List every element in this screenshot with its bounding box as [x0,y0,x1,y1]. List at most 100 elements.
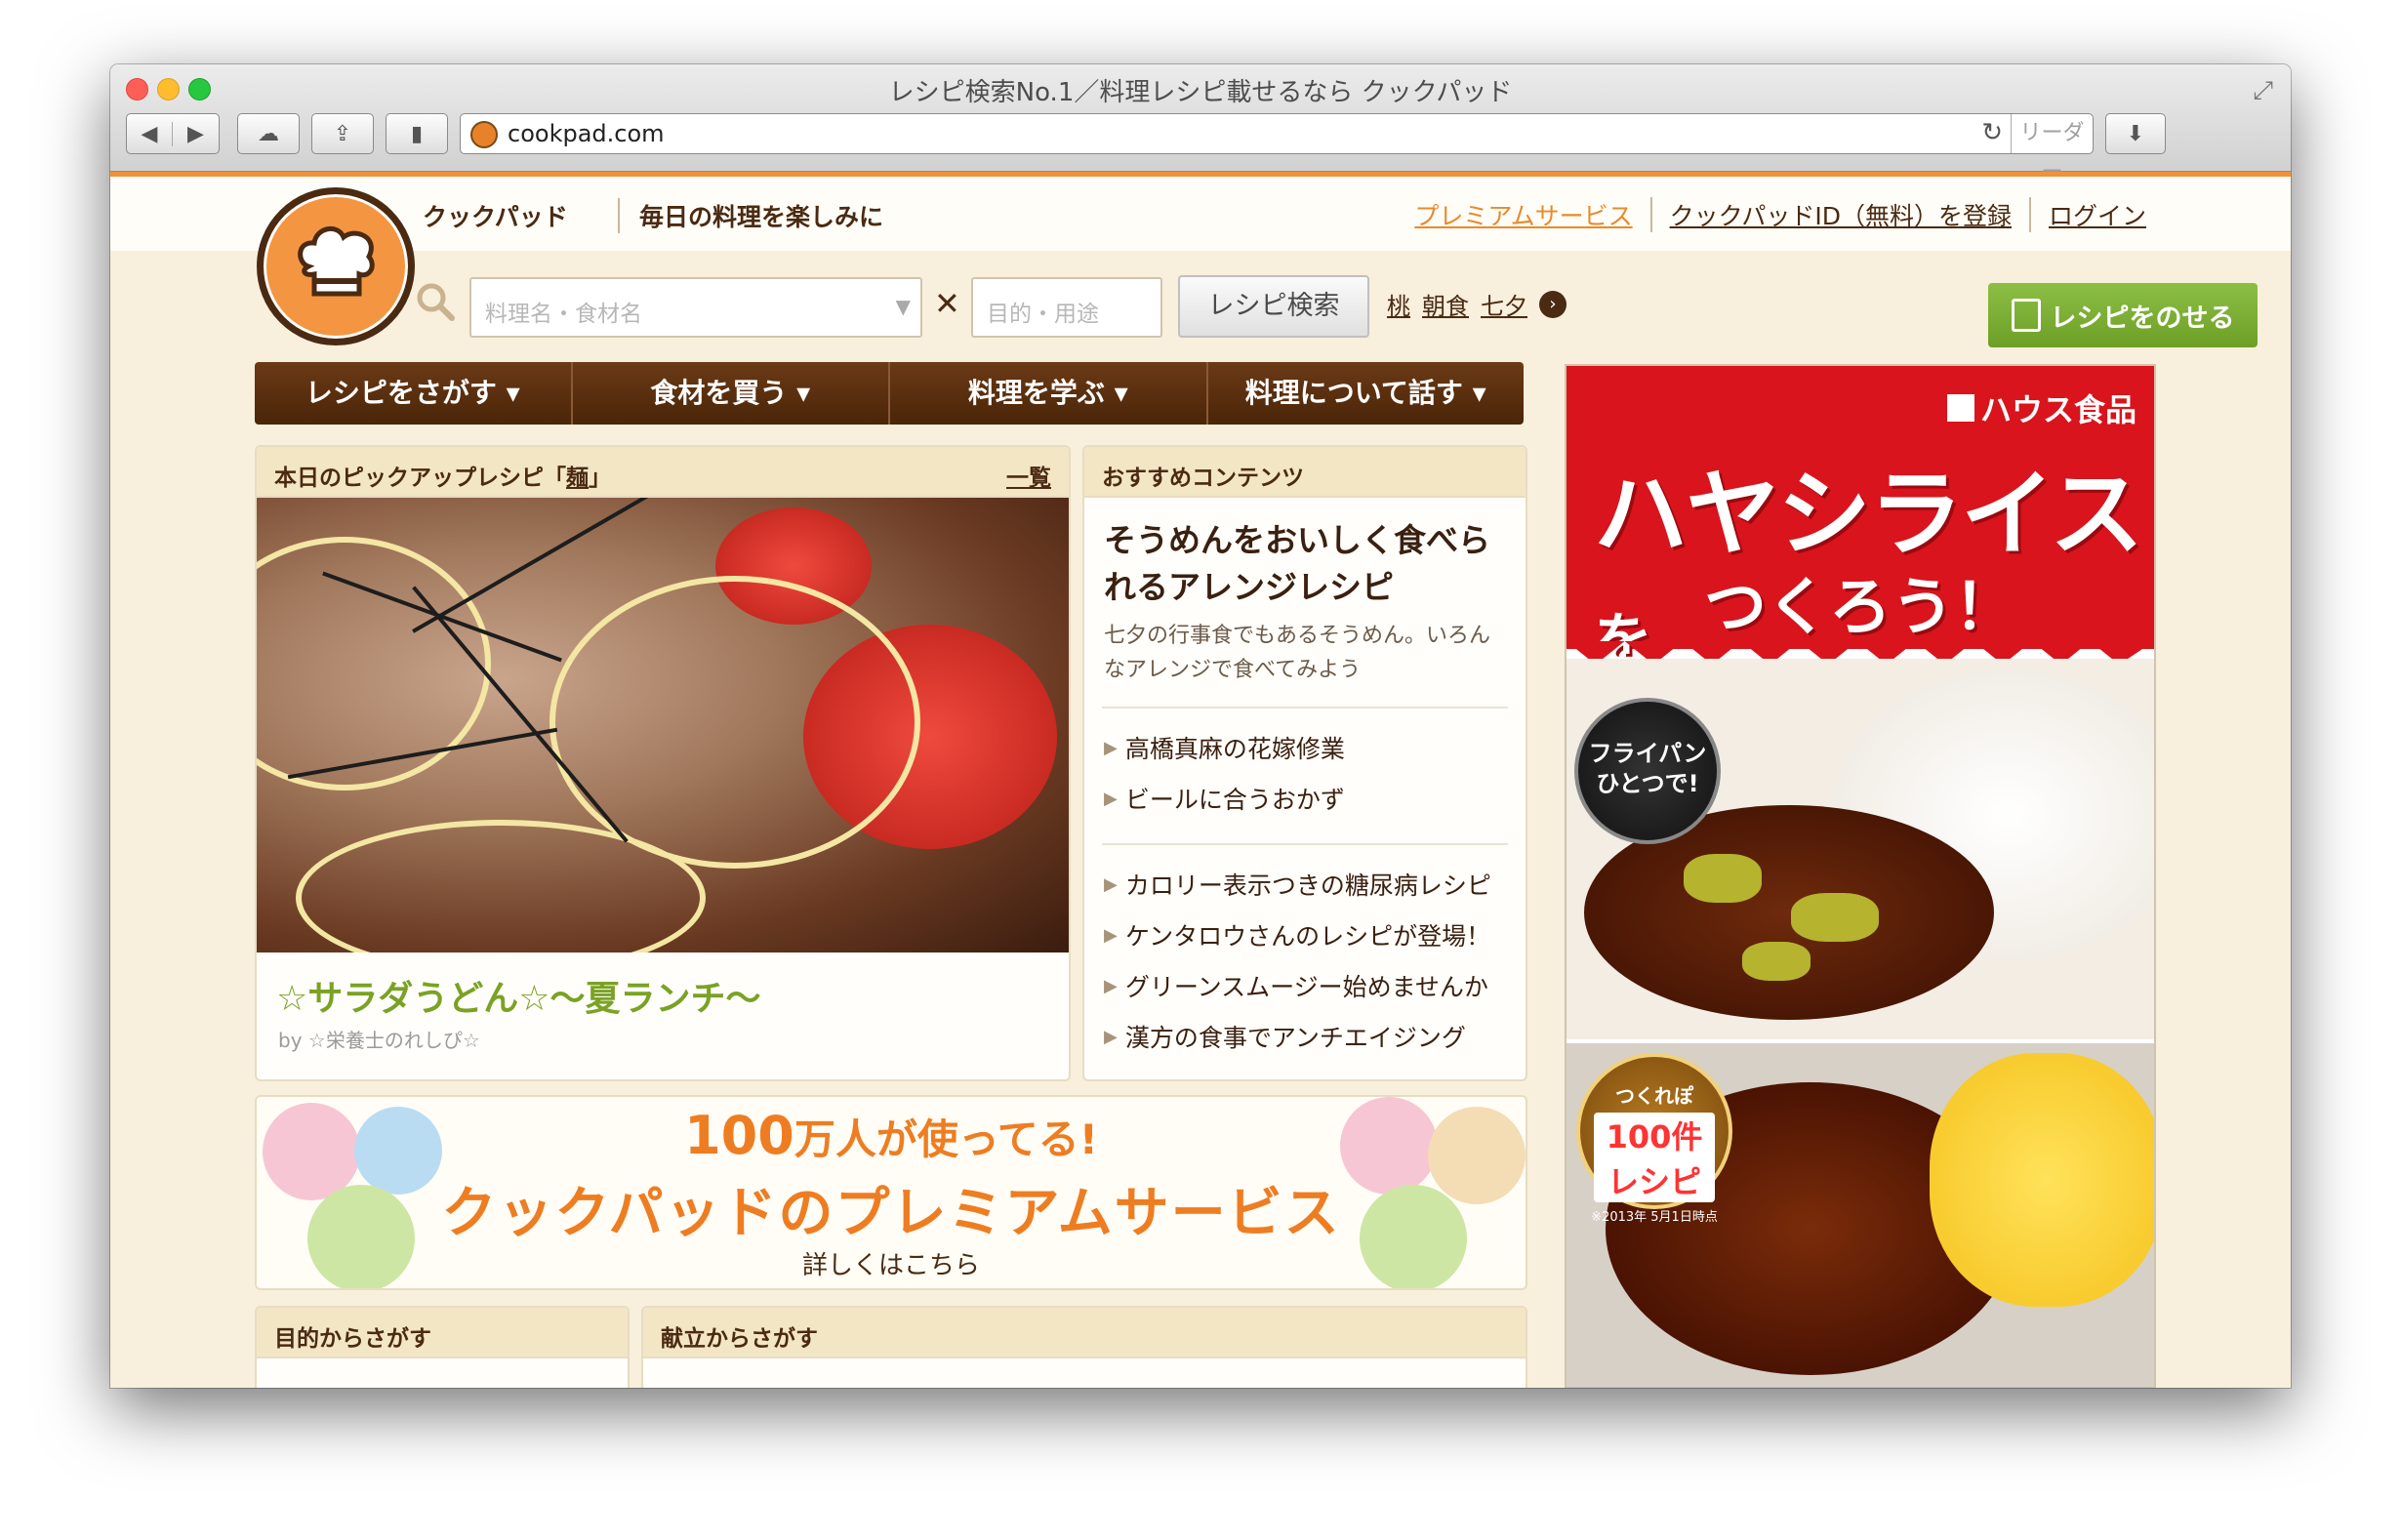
ad-dish-photo: フライパン ひとつで! [1567,659,2154,1039]
recommend-link[interactable]: ▶ 高橋真麻の花嫁修業 [1084,722,1526,773]
chevron-down-icon[interactable]: ▼ [896,295,911,318]
site-favicon-icon [470,121,498,148]
chef-hat-icon [298,226,375,297]
divider [1102,707,1508,709]
url-text[interactable]: cookpad.com [508,120,665,147]
ad-pan-badge: フライパン ひとつで! [1574,698,1721,844]
recipe-title-link[interactable]: ☆サラダうどん☆〜夏ランチ〜 [257,952,1069,1025]
premium-title: クックパッドのプレミアムサービス [441,1182,1341,1245]
premium-service-banner[interactable]: 100万人が使ってる! クックパッドのプレミアムサービス 詳しくはこちら [255,1095,1527,1290]
address-bar[interactable]: cookpad.com ↻ リーダー [460,113,2094,184]
search-by-menu-heading: 献立からさがす [643,1308,1526,1358]
house-foods-ad[interactable]: ハウス食品 ハヤシライスを つくろう！ フライパン ひとつで! つくれぽ 100… [1565,364,2156,1388]
recipe-author[interactable]: by ☆栄養士のれしぴ☆ [257,1025,1069,1053]
main-nav: レシピをさがす ▾ 食材を買う ▾ 料理を学ぶ ▾ 料理について話す ▾ [255,362,1524,425]
ad-brand: ハウス食品 [1946,385,2136,430]
keyword-link[interactable]: 七夕 [1481,287,1527,321]
pickup-list-link[interactable]: 一覧 [1006,459,1051,491]
triangle-right-icon: ▶ [1104,924,1118,946]
browser-window: レシピ検索No.1／料理レシピ載せるなら クックパッド ⤢ ◀ ▶ ☁ ⇪ ▮ … [110,64,2291,1388]
premium-users-count: 100万人が使ってる! [684,1105,1098,1166]
photo-noodle [257,537,491,790]
keyword-link[interactable]: 朝食 [1422,287,1469,321]
site-tagline: 毎日の料理を楽しみに [618,198,883,233]
feature-title-link[interactable]: そうめんをおいしく食べられるアレンジレシピ [1084,498,1526,619]
triangle-right-icon: ▶ [1104,1026,1118,1047]
purpose-placeholder: 目的・用途 [987,302,1099,327]
search-by-purpose-heading: 目的からさがす [257,1308,628,1358]
nav-buy-ingredients[interactable]: 食材を買う ▾ [570,362,889,425]
search-by-menu-panel: 献立からさがす [641,1306,1527,1388]
premium-service-link[interactable]: プレミアムサービス [1397,197,1649,232]
recommend-link[interactable]: ▶ カロリー表示つきの糖尿病レシピ [1084,859,1526,910]
pickup-recipe-panel: 本日のピックアップレシピ「麺」 一覧 ☆サラダうどん☆〜夏ランチ〜 by ☆栄養… [255,445,1071,1081]
purpose-search-input[interactable]: 目的・用途 [971,277,1162,338]
pickup-heading-prefix: 本日のピックアップレシピ「 [274,466,566,491]
back-icon[interactable]: ◀ [127,121,174,146]
forward-icon[interactable]: ▶ [173,122,219,146]
register-id-link[interactable]: クックパッドID（無料）を登録 [1649,197,2029,232]
ad-tsukurepo-badge: つくれぽ 100件レシピ ※2013年 5月1日時点 [1576,1053,1732,1225]
photo-noodle [549,576,920,869]
downloads-button[interactable]: ⬇ [2105,113,2166,154]
ad-header: ハウス食品 ハヤシライスを つくろう！ [1567,366,2154,675]
nav-talk-cooking[interactable]: 料理について話す ▾ [1205,362,1525,425]
reload-icon[interactable]: ↻ [1981,118,2003,147]
triangle-right-icon: ▶ [1104,975,1118,996]
pickup-heading: 本日のピックアップレシピ「麺」 一覧 [257,447,1069,498]
site-name[interactable]: クックパッド [423,198,568,233]
share-button[interactable]: ⇪ [311,113,374,154]
back-forward-buttons[interactable]: ◀ ▶ [126,113,220,154]
cross-icon: ✕ [934,285,960,322]
search-by-purpose-panel: 目的からさがす [255,1306,630,1388]
browser-toolbar: レシピ検索No.1／料理レシピ載せるなら クックパッド ⤢ ◀ ▶ ☁ ⇪ ▮ … [110,64,2291,184]
chevron-right-icon[interactable]: › [1539,290,1567,318]
photo-vegetable [1742,942,1811,981]
premium-detail-link[interactable]: 詳しくはこちら [257,1245,1526,1281]
recommend-link[interactable]: ▶ グリーンスムージー始めませんか [1084,960,1526,1011]
house-logo-icon [1946,394,1974,422]
cookpad-logo[interactable] [257,187,415,345]
popular-keywords: 桃 朝食 七夕 › [1387,287,1567,321]
window-title: レシピ検索No.1／料理レシピ載せるなら クックパッド [888,78,1513,107]
recommend-link[interactable]: ▶ ケンタロウさんのレシピが登場！ [1084,910,1526,960]
recipe-photo[interactable] [257,498,1069,952]
download-icon: ⬇ [2126,121,2145,146]
feature-description: 七夕の行事食でもあるそうめん。いろんなアレンジで食べてみよう [1104,623,1491,682]
page-content: クックパッド 毎日の料理を楽しみに プレミアムサービス クックパッドID（無料）… [110,172,2291,1388]
post-recipe-label: レシピをのせる [2050,303,2235,334]
share-icon: ⇪ [333,121,352,146]
search-icon [417,283,455,321]
recommended-panel: おすすめコンテンツ そうめんをおいしく食べられるアレンジレシピ 七夕の行事食でも… [1082,445,1527,1081]
recommend-link[interactable]: ▶ 漢方の食事でアンチエイジング [1084,1011,1526,1062]
search-placeholder: 料理名・食材名 [485,302,642,327]
photo-vegetable [1684,854,1762,903]
triangle-right-icon: ▶ [1104,873,1118,895]
pickup-keyword-link[interactable]: 麺 [566,466,589,491]
login-link[interactable]: ログイン [2028,197,2146,232]
sidebar-button[interactable]: ▮ [386,113,448,154]
triangle-right-icon: ▶ [1104,737,1118,758]
pickup-heading-suffix: 」 [589,466,611,491]
cloud-icon: ☁ [258,121,279,146]
photo-egg [1930,1053,2154,1307]
keyword-link[interactable]: 桃 [1387,287,1410,321]
sidebar-icon: ▮ [410,121,424,146]
post-recipe-button[interactable]: レシピをのせる [1988,283,2258,347]
reader-button[interactable]: リーダー [2011,114,2093,184]
fullscreen-icon[interactable]: ⤢ [2253,76,2273,106]
nav-learn-cooking[interactable]: 料理を学ぶ ▾ [888,362,1206,425]
header-links: プレミアムサービス クックパッドID（無料）を登録 ログイン [1397,197,2146,232]
nav-search-recipes[interactable]: レシピをさがす ▾ [255,362,571,425]
divider [1102,843,1508,846]
recipe-search-input[interactable]: 料理名・食材名 ▼ [469,277,922,338]
edit-icon [2011,299,2041,332]
recommend-link[interactable]: ▶ ビールに合うおかず [1084,773,1526,824]
recommended-heading: おすすめコンテンツ [1084,447,1526,498]
ad-subheadline: つくろう！ [1704,572,2016,644]
icloud-tabs-button[interactable]: ☁ [237,113,300,154]
photo-vegetable [1791,893,1879,942]
triangle-right-icon: ▶ [1104,788,1118,809]
ad-dish-photo: つくれぽ 100件レシピ ※2013年 5月1日時点 [1567,1043,2154,1387]
recipe-search-button[interactable]: レシピ検索 [1178,275,1369,338]
